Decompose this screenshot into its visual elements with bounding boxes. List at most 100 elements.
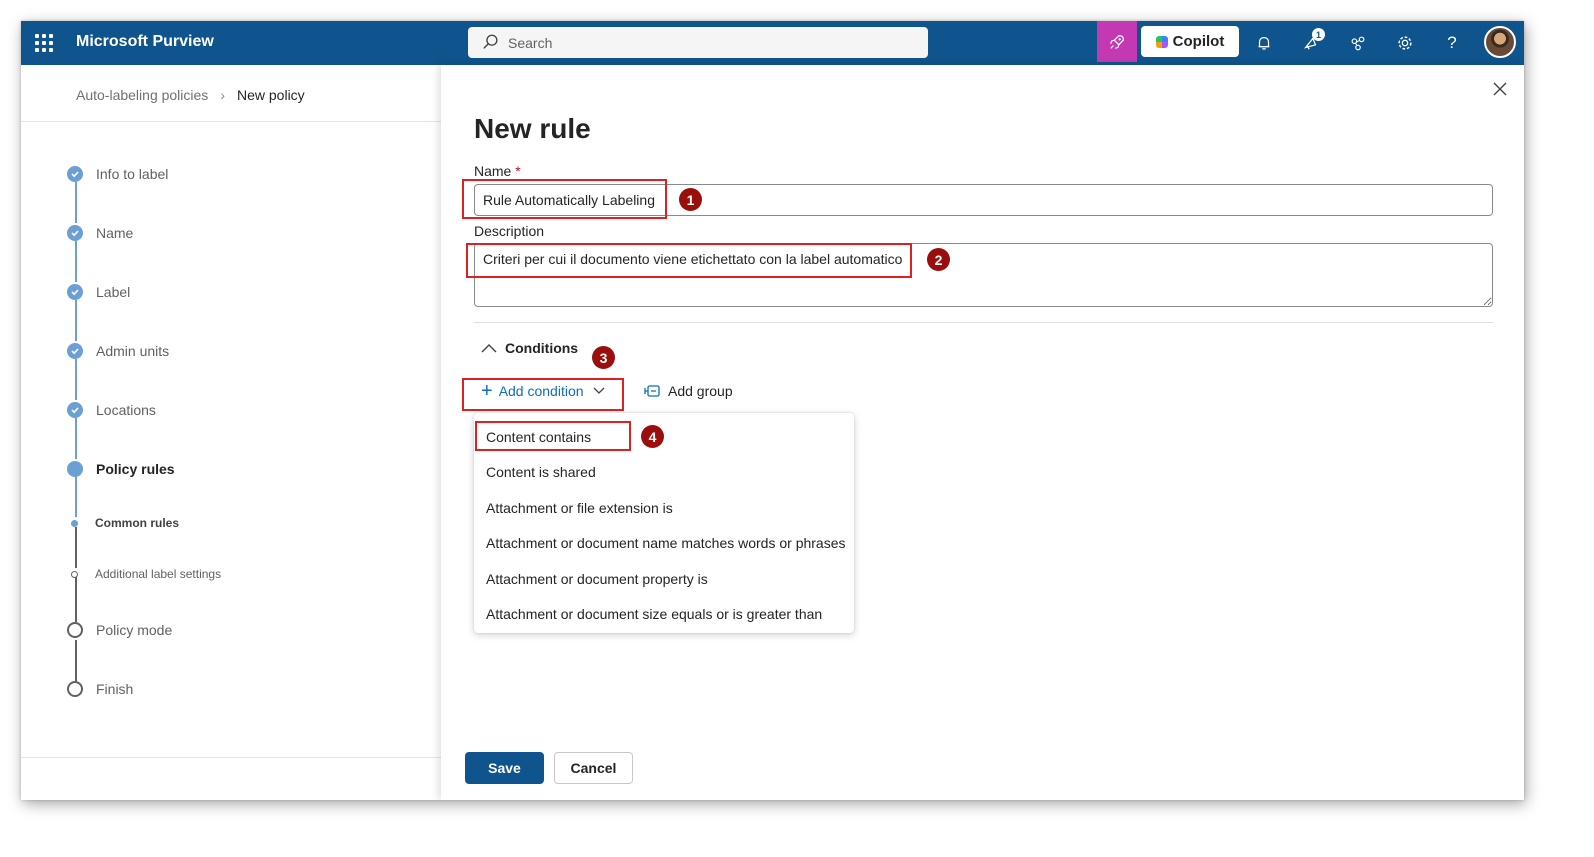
add-group-button[interactable]: Add group: [644, 383, 733, 399]
bell-icon: [1258, 36, 1270, 50]
callout-number: 2: [927, 248, 950, 271]
copilot-label: Copilot: [1172, 33, 1225, 50]
checkmark-icon: [67, 166, 83, 182]
panel-title: New rule: [474, 113, 591, 144]
breadcrumb-parent[interactable]: Auto-labeling policies: [76, 87, 208, 103]
step-policy-rules[interactable]: Policy rules: [67, 461, 175, 477]
close-button[interactable]: [1490, 79, 1510, 99]
step-locations[interactable]: Locations: [67, 402, 156, 418]
name-input[interactable]: [474, 184, 1493, 216]
chevron-down-icon: [593, 387, 604, 394]
save-button[interactable]: Save: [465, 752, 544, 784]
substep-indicator: [71, 519, 78, 527]
step-connector: [75, 477, 77, 517]
new-rule-panel: New rule Name * Description Criteri per …: [441, 65, 1524, 800]
gear-icon: [1398, 36, 1412, 50]
step-label: Common rules: [95, 516, 180, 530]
step-connector: [75, 527, 77, 568]
add-group-icon: [644, 385, 660, 397]
step-label: Finish: [96, 681, 134, 697]
pending-step-indicator: [67, 622, 83, 638]
avatar[interactable]: [1484, 26, 1516, 58]
chevron-up-icon: [481, 344, 497, 353]
search-icon: [483, 34, 498, 49]
menu-item-attachment-extension[interactable]: Attachment or file extension is: [486, 500, 673, 516]
notifications-button[interactable]: [1252, 31, 1276, 55]
step-label: Name: [96, 225, 134, 241]
name-label: Name: [474, 163, 512, 179]
divider: [474, 322, 1493, 323]
wizard-navigation: Auto-labeling policies › New policy Info…: [21, 65, 441, 800]
notification-badge: 1: [1312, 28, 1325, 41]
menu-item-attachment-size[interactable]: Attachment or document size equals or is…: [486, 606, 822, 622]
menu-item-attachment-name[interactable]: Attachment or document name matches word…: [486, 535, 846, 551]
step-connector: [75, 300, 77, 341]
description-label: Description: [474, 223, 545, 239]
chevron-right-icon: ›: [220, 87, 225, 103]
add-group-label: Add group: [668, 383, 733, 399]
step-connector: [75, 577, 77, 622]
description-input[interactable]: Criteri per cui il documento viene etich…: [474, 243, 1493, 307]
step-common-rules[interactable]: Common rules: [67, 516, 179, 530]
callout-number: 3: [592, 346, 615, 369]
step-connector: [75, 359, 77, 400]
rocket-button[interactable]: [1097, 21, 1137, 62]
conditions-toggle[interactable]: Conditions: [481, 340, 578, 356]
menu-item-attachment-property[interactable]: Attachment or document property is: [486, 571, 708, 587]
step-name[interactable]: Name: [67, 225, 133, 241]
step-label: Additional label settings: [95, 567, 222, 581]
checkmark-icon: [67, 225, 83, 241]
step-connector: [75, 182, 77, 223]
condition-menu: Content contains Content is shared Attac…: [474, 413, 854, 633]
step-connector: [75, 241, 77, 282]
step-connector: [75, 418, 77, 459]
add-condition-label: Add condition: [498, 383, 584, 399]
step-admin-units[interactable]: Admin units: [67, 343, 169, 359]
add-condition-button[interactable]: + Add condition: [481, 380, 605, 402]
step-finish[interactable]: Finish: [67, 681, 133, 697]
share-nodes-icon: [1351, 36, 1365, 51]
copilot-icon: [1155, 35, 1168, 48]
required-marker: *: [515, 163, 521, 179]
cancel-button[interactable]: Cancel: [554, 752, 633, 784]
whats-new-button[interactable]: 1: [1299, 28, 1325, 55]
name-field-label: Name *: [474, 163, 521, 179]
callout-number: 4: [641, 425, 664, 448]
breadcrumb: Auto-labeling policies › New policy: [76, 87, 305, 103]
step-additional-label-settings[interactable]: Additional label settings: [67, 567, 221, 581]
step-label: Info to label: [96, 166, 169, 182]
step-label-select[interactable]: Label: [67, 284, 130, 300]
settings-button[interactable]: [1393, 31, 1417, 55]
plus-icon: +: [481, 380, 493, 402]
help-icon[interactable]: ?: [1440, 31, 1464, 55]
checkmark-icon: [67, 284, 83, 300]
current-step-indicator: [67, 461, 83, 477]
step-label: Policy rules: [96, 461, 175, 477]
breadcrumb-current: New policy: [236, 87, 305, 103]
app-launcher-icon[interactable]: [35, 34, 53, 52]
step-policy-mode[interactable]: Policy mode: [67, 622, 172, 638]
step-label: Policy mode: [96, 622, 173, 638]
conditions-label: Conditions: [505, 340, 579, 356]
step-label: Label: [96, 284, 131, 300]
callout-number: 1: [679, 188, 702, 211]
divider: [21, 121, 441, 122]
step-info-to-label[interactable]: Info to label: [67, 166, 168, 182]
app-title[interactable]: Microsoft Purview: [76, 33, 214, 51]
copilot-button[interactable]: Copilot: [1141, 26, 1239, 57]
menu-item-content-is-shared[interactable]: Content is shared: [486, 464, 596, 480]
connections-button[interactable]: [1346, 31, 1370, 55]
menu-item-content-contains[interactable]: Content contains: [486, 429, 591, 445]
checkmark-icon: [67, 402, 83, 418]
checkmark-icon: [67, 343, 83, 359]
step-label: Admin units: [96, 343, 170, 359]
step-connector: [75, 640, 77, 681]
divider: [21, 757, 441, 758]
rocket-icon: [1110, 34, 1124, 49]
search-box[interactable]: [468, 27, 928, 58]
step-label: Locations: [96, 402, 156, 418]
search-input[interactable]: [508, 27, 908, 58]
top-bar: Microsoft Purview Copilot: [21, 21, 1524, 65]
close-icon: [1493, 82, 1507, 96]
substep-indicator: [71, 570, 78, 578]
